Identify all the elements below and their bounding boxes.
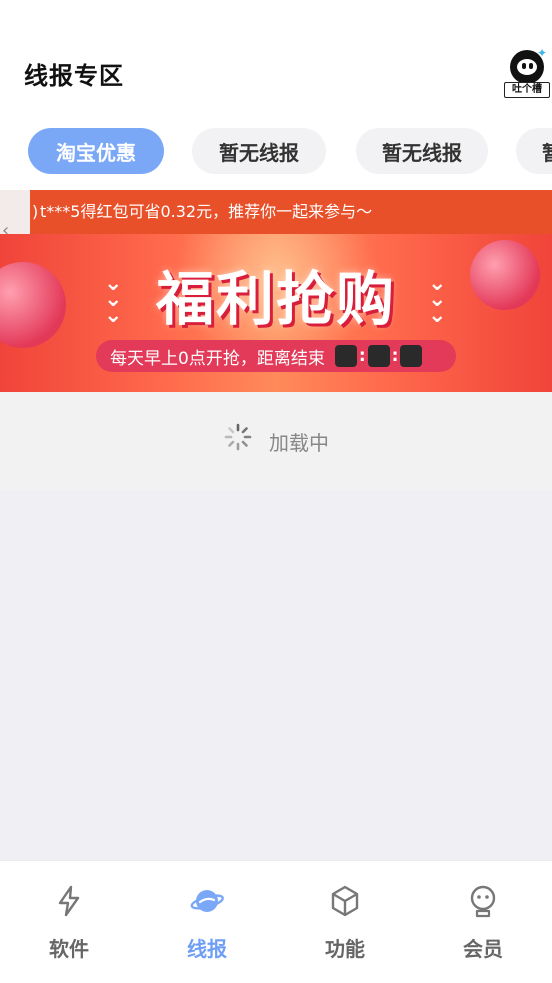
sparkle-icon: ✦ [537,46,548,60]
tab-no-deals-2[interactable]: 暂无线报 [356,128,488,174]
header: 线报专区 ✦ 吐个槽 [0,0,552,120]
nav-label-membership: 会员 [463,937,503,961]
feedback-label: 吐个槽 [504,82,550,98]
countdown-sep-1: : [358,346,366,366]
banner-title: 福利抢购 [155,265,396,333]
spinner-icon [224,423,252,451]
notice-ticker: ) t***5得红包可省0.32元，推荐你一起来参与～ [0,190,552,234]
countdown-text: 每天早上0点开抢，距离结束 [110,348,325,369]
nav-software[interactable]: 软件 [0,883,138,973]
nav-membership[interactable]: 会员 [414,883,552,973]
tab-no-deals-1[interactable]: 暂无线报 [192,128,326,174]
nav-features[interactable]: 功能 [276,883,414,973]
bottom-nav: 软件 线报 功能 会员 [0,860,552,983]
notice-prefix: ) [32,202,39,221]
cube-icon [331,885,359,917]
tab-partial[interactable]: 暂 [516,128,552,174]
loading-text: 加载中 [269,430,329,455]
planet-icon [190,890,224,912]
loading-indicator: 加载中 [0,392,552,490]
robot-face-icon [470,885,496,918]
countdown-hours [334,345,357,367]
nav-deals[interactable]: 线报 [138,883,276,973]
countdown-seconds [400,345,423,367]
feedback-button[interactable]: ✦ 吐个槽 [504,46,550,98]
nav-label-software: 软件 [49,937,89,961]
countdown-sep-2: : [391,346,399,366]
flash-sale-banner[interactable]: ⌄ ⌄ ⌄ ⌄ ⌄ ⌄ 福利抢购 每天早上0点开抢，距离结束 : : [0,234,552,392]
tab-taobao-deals[interactable]: 淘宝优惠 [28,128,164,174]
lightning-icon [58,885,80,917]
category-tabs: 淘宝优惠 暂无线报 暂无线报 暂 [0,120,552,190]
countdown-minutes [367,345,390,367]
nav-label-deals: 线报 [187,937,227,961]
countdown-bar: 每天早上0点开抢，距离结束 : : [96,340,456,372]
page-title: 线报专区 [24,62,124,90]
notice-text: t***5得红包可省0.32元，推荐你一起来参与～ [40,202,373,221]
nav-label-features: 功能 [325,937,365,961]
